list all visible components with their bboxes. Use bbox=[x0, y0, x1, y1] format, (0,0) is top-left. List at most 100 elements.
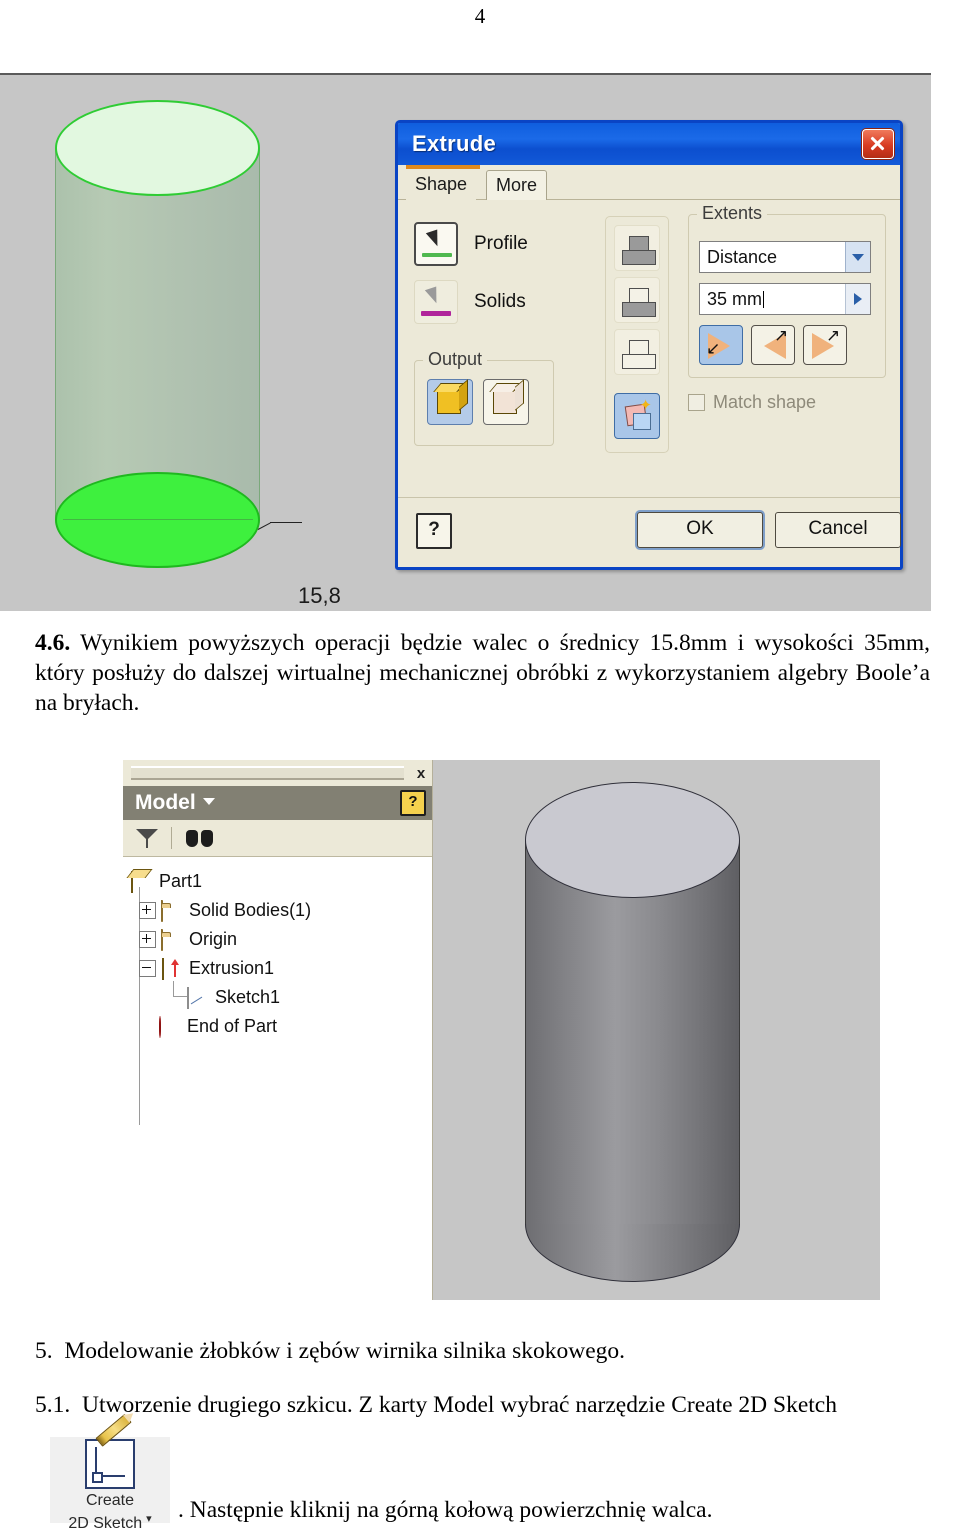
expand-icon[interactable] bbox=[139, 902, 156, 919]
model-browser-toolbar bbox=[123, 820, 432, 857]
model-browser-title[interactable]: Model bbox=[135, 791, 400, 815]
ok-button[interactable]: OK bbox=[637, 512, 763, 548]
folder-icon bbox=[161, 928, 183, 951]
paragraph-5-1: 5.1. Utworzenie drugiego szkicu. Z karty… bbox=[35, 1390, 930, 1420]
paragraph-4-6-number: 4.6. bbox=[35, 630, 71, 656]
paragraph-5: 5. Modelowanie żłobków i zębów wirnika s… bbox=[35, 1336, 930, 1366]
toolbar-divider bbox=[171, 827, 172, 849]
cylinder-bottom-centerline bbox=[63, 519, 253, 520]
tab-more[interactable]: More bbox=[486, 170, 548, 201]
dialog-footer: ? OK Cancel bbox=[398, 497, 901, 567]
dimension-leader-line bbox=[258, 519, 304, 533]
boolean-intersect-button[interactable] bbox=[614, 329, 660, 375]
direction-symmetric-button[interactable]: ↗ bbox=[803, 325, 847, 365]
model-browser-screenshot: x Model ? Part1 Solid Bodies(1) Origin E… bbox=[123, 760, 880, 1301]
tree-item-solid-bodies[interactable]: Solid Bodies(1) bbox=[131, 896, 432, 925]
arrow-downleft-icon: ↙ bbox=[706, 339, 721, 359]
page-number: 4 bbox=[474, 4, 486, 28]
expand-icon[interactable] bbox=[139, 931, 156, 948]
grey-cylinder-model bbox=[525, 782, 740, 1282]
extrusion-icon bbox=[161, 957, 183, 980]
arrow-cursor-icon bbox=[425, 229, 443, 249]
extents-group: Extents Distance 35 mm ↙ ↗ ↗ bbox=[688, 203, 886, 378]
join-base-icon bbox=[622, 250, 656, 265]
arrow-cursor-icon bbox=[424, 286, 442, 306]
end-of-part-icon bbox=[159, 1015, 181, 1038]
filter-icon[interactable] bbox=[135, 826, 161, 850]
folder-icon bbox=[161, 899, 183, 922]
extrude-dialog-screenshot: 15,8 Extrude Shape More Profile Solids O… bbox=[0, 73, 931, 611]
boolean-new-solid-button[interactable]: ✦ bbox=[614, 393, 660, 439]
dialog-title-bar: Extrude bbox=[398, 123, 900, 165]
tree-item-end-of-part[interactable]: End of Part bbox=[131, 1012, 432, 1041]
output-solid-button[interactable] bbox=[427, 379, 473, 425]
paragraph-5-2: . Następnie kliknij na górną kołową powi… bbox=[178, 1497, 713, 1523]
tree-elbow-line bbox=[173, 981, 187, 997]
cylinder-top-face bbox=[55, 100, 260, 196]
sketch-icon bbox=[187, 986, 209, 1009]
tree-item-label: Part1 bbox=[159, 871, 203, 891]
tree-item-extrusion1[interactable]: Extrusion1 bbox=[131, 954, 432, 983]
find-icon[interactable] bbox=[186, 828, 216, 848]
dialog-title: Extrude bbox=[412, 131, 497, 156]
collapse-icon[interactable] bbox=[139, 960, 156, 977]
help-icon[interactable]: ? bbox=[416, 513, 452, 549]
boolean-join-button[interactable] bbox=[614, 225, 660, 271]
green-cylinder-model bbox=[55, 100, 260, 570]
diameter-dimension-label: 15,8 bbox=[298, 583, 341, 608]
panel-close-icon[interactable]: x bbox=[410, 765, 432, 782]
cancel-button[interactable]: Cancel bbox=[775, 512, 901, 548]
create-2d-sketch-icon bbox=[85, 1413, 135, 1489]
create-2d-sketch-button[interactable]: Create 2D Sketch ▾ bbox=[50, 1413, 170, 1532]
paragraph-5-number: 5. bbox=[35, 1338, 53, 1364]
tree-item-origin[interactable]: Origin bbox=[131, 925, 432, 954]
text-caret bbox=[763, 290, 765, 308]
extrude-dialog[interactable]: Extrude Shape More Profile Solids Output bbox=[395, 120, 903, 570]
match-shape-row[interactable]: Match shape bbox=[688, 392, 816, 413]
cylinder-side-surface bbox=[55, 148, 260, 520]
sparkle-icon: ✦ bbox=[639, 398, 652, 414]
chevron-down-icon[interactable] bbox=[845, 242, 870, 272]
extents-type-value: Distance bbox=[707, 246, 778, 267]
solids-select-button[interactable] bbox=[414, 280, 458, 324]
match-shape-checkbox[interactable] bbox=[688, 394, 705, 411]
tree-item-part1[interactable]: Part1 bbox=[131, 867, 432, 896]
chevron-down-icon[interactable] bbox=[202, 798, 215, 805]
solids-label: Solids bbox=[474, 291, 526, 312]
paragraph-4-6-text: Wynikiem powyższych operacji będzie wale… bbox=[35, 630, 930, 716]
solids-underline-icon bbox=[421, 311, 451, 316]
tree-item-sketch1[interactable]: Sketch1 bbox=[131, 981, 432, 1012]
paragraph-5-1-number: 5.1. bbox=[35, 1392, 71, 1418]
distance-input[interactable]: 35 mm bbox=[699, 283, 871, 315]
match-shape-label: Match shape bbox=[713, 392, 817, 412]
tree-item-label: End of Part bbox=[187, 1016, 278, 1036]
tree-item-label: Sketch1 bbox=[215, 987, 281, 1007]
arrow-upright-icon: ↗ bbox=[774, 326, 789, 346]
model-viewport[interactable] bbox=[433, 760, 880, 1300]
extents-group-label: Extents bbox=[697, 203, 768, 224]
part-icon bbox=[131, 870, 153, 893]
tab-shape[interactable]: Shape bbox=[406, 170, 477, 200]
direction-1-button[interactable]: ↙ bbox=[699, 325, 743, 365]
distance-value: 35 mm bbox=[707, 288, 765, 309]
profile-select-button[interactable] bbox=[414, 222, 458, 266]
help-icon[interactable]: ? bbox=[400, 790, 426, 816]
cylinder-top-face bbox=[525, 782, 740, 898]
paragraph-5-1-text: Utworzenie drugiego szkicu. Z karty Mode… bbox=[82, 1392, 837, 1418]
panel-grip-bar[interactable]: x bbox=[123, 760, 432, 786]
profile-underline-icon bbox=[422, 253, 452, 257]
cylinder-bottom-face-selected bbox=[55, 472, 260, 568]
extents-type-dropdown[interactable]: Distance bbox=[699, 241, 871, 273]
output-group: Output bbox=[414, 349, 554, 446]
new-solid-secondary-icon bbox=[633, 413, 651, 430]
chevron-down-icon[interactable]: ▾ bbox=[146, 1510, 152, 1528]
distance-options-icon[interactable] bbox=[845, 284, 870, 314]
direction-2-button[interactable]: ↗ bbox=[751, 325, 795, 365]
solid-cube-icon bbox=[437, 390, 461, 414]
sketch-origin-point bbox=[92, 1472, 103, 1483]
output-surface-button[interactable] bbox=[483, 379, 529, 425]
tree-item-label: Origin bbox=[189, 929, 238, 949]
model-browser-header: Model ? bbox=[123, 786, 432, 820]
boolean-cut-button[interactable] bbox=[614, 277, 660, 323]
close-icon[interactable] bbox=[862, 129, 894, 159]
